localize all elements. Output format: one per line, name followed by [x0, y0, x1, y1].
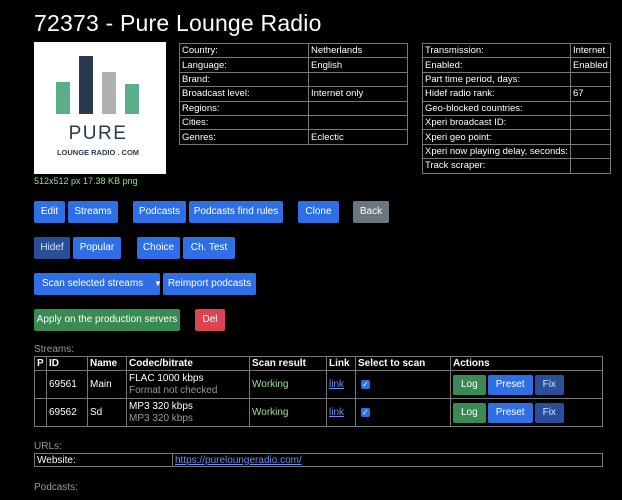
logo-bar-2: [79, 56, 93, 114]
stream-name: Main: [87, 370, 127, 399]
info-row-brand: Brand:: [179, 71, 408, 88]
col-name: Name: [87, 356, 127, 371]
scan-result: Working: [249, 370, 327, 399]
reimport-podcasts-button[interactable]: Reimport podcasts: [163, 273, 256, 295]
logo-graphic: PURE LOUNGE RADIO . COM: [56, 56, 139, 157]
preset-button[interactable]: Preset: [487, 374, 533, 395]
stream-id: 69562: [46, 398, 88, 427]
col-p: P: [34, 356, 47, 371]
select-to-scan-checkbox[interactable]: ✓: [361, 380, 370, 389]
popular-button[interactable]: Popular: [73, 237, 121, 259]
streams-button[interactable]: Streams: [68, 201, 118, 223]
table-row: 69562 Sd MP3 320 kbps MP3 320 kbps Worki…: [34, 398, 603, 427]
logo-bar-4: [125, 84, 139, 114]
info-row-xperi-geo-point: Xperi geo point:: [422, 129, 611, 145]
stream-link[interactable]: link: [329, 379, 344, 390]
scan-selected-streams-button[interactable]: Scan selected streams ▼: [34, 273, 189, 295]
info-row-geo-blocked: Geo-blocked countries:: [422, 100, 611, 116]
stream-codec: MP3 320 kbps MP3 320 kbps: [126, 398, 250, 427]
logo-subtext: LOUNGE RADIO . COM: [57, 148, 139, 157]
podcasts-find-rules-button[interactable]: Podcasts find rules: [189, 201, 283, 223]
url-row-website: Website: https://pureloungeradio.com/: [34, 453, 603, 467]
info-row-language: Language: English: [179, 57, 408, 73]
logo-bar-3: [102, 72, 116, 114]
stream-name: Sd: [87, 398, 127, 427]
info-row-hidef-rank: Hidef radio rank: 67: [422, 86, 611, 102]
hidef-button[interactable]: Hidef: [34, 237, 70, 259]
urls-section-label: URLs:: [34, 441, 62, 452]
info-row-track-scraper: Track scraper:: [422, 158, 611, 174]
stream-id: 69561: [46, 370, 88, 399]
actions-cell: Log Preset Fix: [450, 370, 603, 399]
website-label: Website:: [34, 453, 173, 467]
image-info: 512x512 px 17.38 KB png: [34, 176, 138, 186]
transmission-info-table: Transmission: Internet Enabled: Enabled Pa…: [422, 42, 611, 174]
choice-button[interactable]: Choice: [137, 237, 180, 259]
page-title: 72373 - Pure Lounge Radio: [34, 10, 322, 36]
back-button[interactable]: Back: [353, 201, 389, 223]
streams-table: P ID Name Codec/bitrate Scan result Link…: [34, 356, 603, 427]
podcasts-button[interactable]: Podcasts: [133, 201, 186, 223]
col-id: ID: [46, 356, 88, 371]
col-select: Select to scan: [355, 356, 451, 371]
col-codec: Codec/bitrate: [126, 356, 250, 371]
col-scan-result: Scan result: [249, 356, 327, 371]
streams-section-label: Streams:: [34, 344, 75, 355]
log-button[interactable]: Log: [453, 402, 486, 423]
info-row-cities: Cities:: [179, 114, 408, 131]
info-row-transmission: Transmission: Internet: [422, 42, 611, 59]
col-link: Link: [326, 356, 356, 371]
info-row-genres: Genres: Eclectic: [179, 129, 408, 145]
log-button[interactable]: Log: [453, 374, 486, 395]
select-to-scan-checkbox[interactable]: ✓: [361, 408, 370, 417]
clone-button[interactable]: Clone: [298, 201, 339, 223]
info-row-broadcast-level: Broadcast level: Internet only: [179, 86, 408, 102]
info-row-xperi-broadcast-id: Xperi broadcast ID:: [422, 114, 611, 131]
stream-codec: FLAC 1000 kbps Format not checked: [126, 370, 250, 399]
chevron-down-icon[interactable]: ▼: [154, 273, 162, 295]
station-info-table: Country: Netherlands Language: English Bra…: [179, 42, 408, 145]
scan-result: Working: [249, 398, 327, 427]
logo-word: PURE: [69, 123, 128, 144]
streams-header-row: P ID Name Codec/bitrate Scan result Link…: [34, 356, 603, 371]
actions-cell: Log Preset Fix: [450, 398, 603, 427]
station-logo: PURE LOUNGE RADIO . COM: [34, 42, 166, 174]
info-row-xperi-delay: Xperi now playing delay, seconds:: [422, 143, 611, 160]
logo-bar-1: [56, 82, 70, 114]
website-link[interactable]: https://pureloungeradio.com/: [175, 455, 302, 466]
delete-button[interactable]: Del: [195, 309, 225, 331]
table-row: 69561 Main FLAC 1000 kbps Format not che…: [34, 370, 603, 399]
podcasts-section-label: Podcasts:: [34, 482, 78, 493]
info-row-part-time: Part time period, days:: [422, 71, 611, 88]
col-actions: Actions: [450, 356, 603, 371]
apply-production-button[interactable]: Apply on the production servers: [34, 309, 180, 331]
fix-button[interactable]: Fix: [534, 374, 564, 395]
info-row-enabled: Enabled: Enabled: [422, 57, 611, 73]
info-row-country: Country: Netherlands: [179, 42, 408, 59]
urls-table: Website: https://pureloungeradio.com/: [34, 453, 603, 467]
preset-button[interactable]: Preset: [487, 402, 533, 423]
info-row-regions: Regions:: [179, 100, 408, 116]
ch-test-button[interactable]: Ch. Test: [183, 237, 235, 259]
scan-selected-streams-label: Scan selected streams: [42, 278, 144, 289]
fix-button[interactable]: Fix: [534, 402, 564, 423]
stream-link[interactable]: link: [329, 407, 344, 418]
edit-button[interactable]: Edit: [34, 201, 65, 223]
